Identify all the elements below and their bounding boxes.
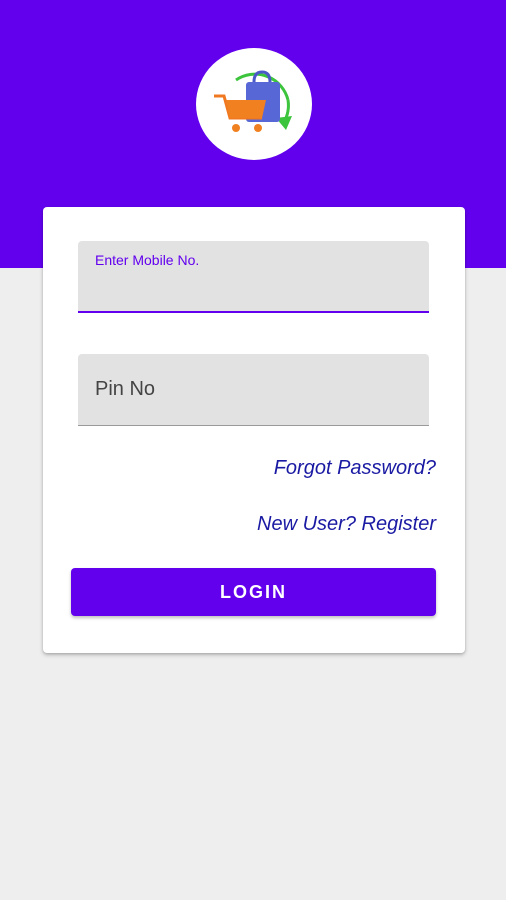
login-card: Enter Mobile No. Forgot Password? New Us… <box>43 207 465 653</box>
forgot-password-link[interactable]: Forgot Password? <box>274 457 436 480</box>
mobile-number-field[interactable]: Enter Mobile No. <box>78 241 429 313</box>
pin-input[interactable] <box>95 375 410 403</box>
mobile-number-label: Enter Mobile No. <box>95 252 200 268</box>
shopping-cart-return-logo-icon <box>214 70 292 132</box>
mobile-number-input[interactable] <box>95 275 410 303</box>
login-button[interactable]: LOGIN <box>71 568 436 616</box>
app-logo <box>196 48 312 160</box>
pin-field[interactable] <box>78 354 429 426</box>
register-link[interactable]: New User? Register <box>257 513 436 536</box>
